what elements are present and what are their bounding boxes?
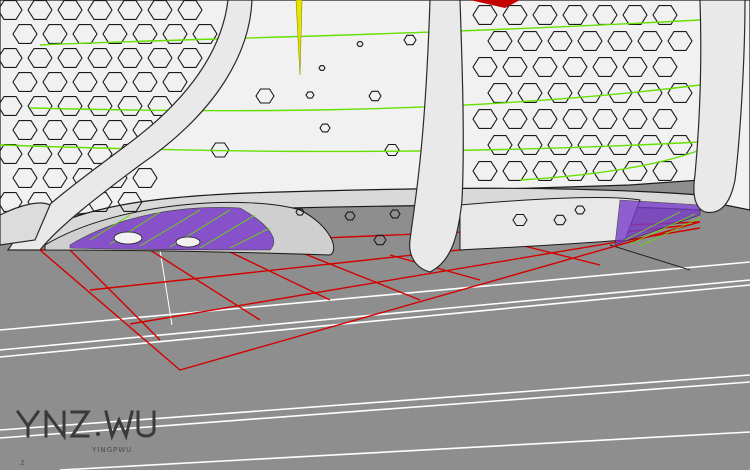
viewport-scene[interactable]	[0, 0, 750, 470]
hexagon-cell	[389, 209, 401, 219]
watermark-logo	[16, 409, 156, 441]
rhino-3d-viewport[interactable]: YINGPWU z	[0, 0, 750, 470]
hexagon-cell	[344, 211, 356, 221]
watermark-caption: YINGPWU	[92, 446, 133, 454]
z-axis-label: z	[20, 458, 25, 467]
hex-shell-model[interactable]	[0, 0, 750, 256]
hexagon-cell	[373, 234, 387, 246]
